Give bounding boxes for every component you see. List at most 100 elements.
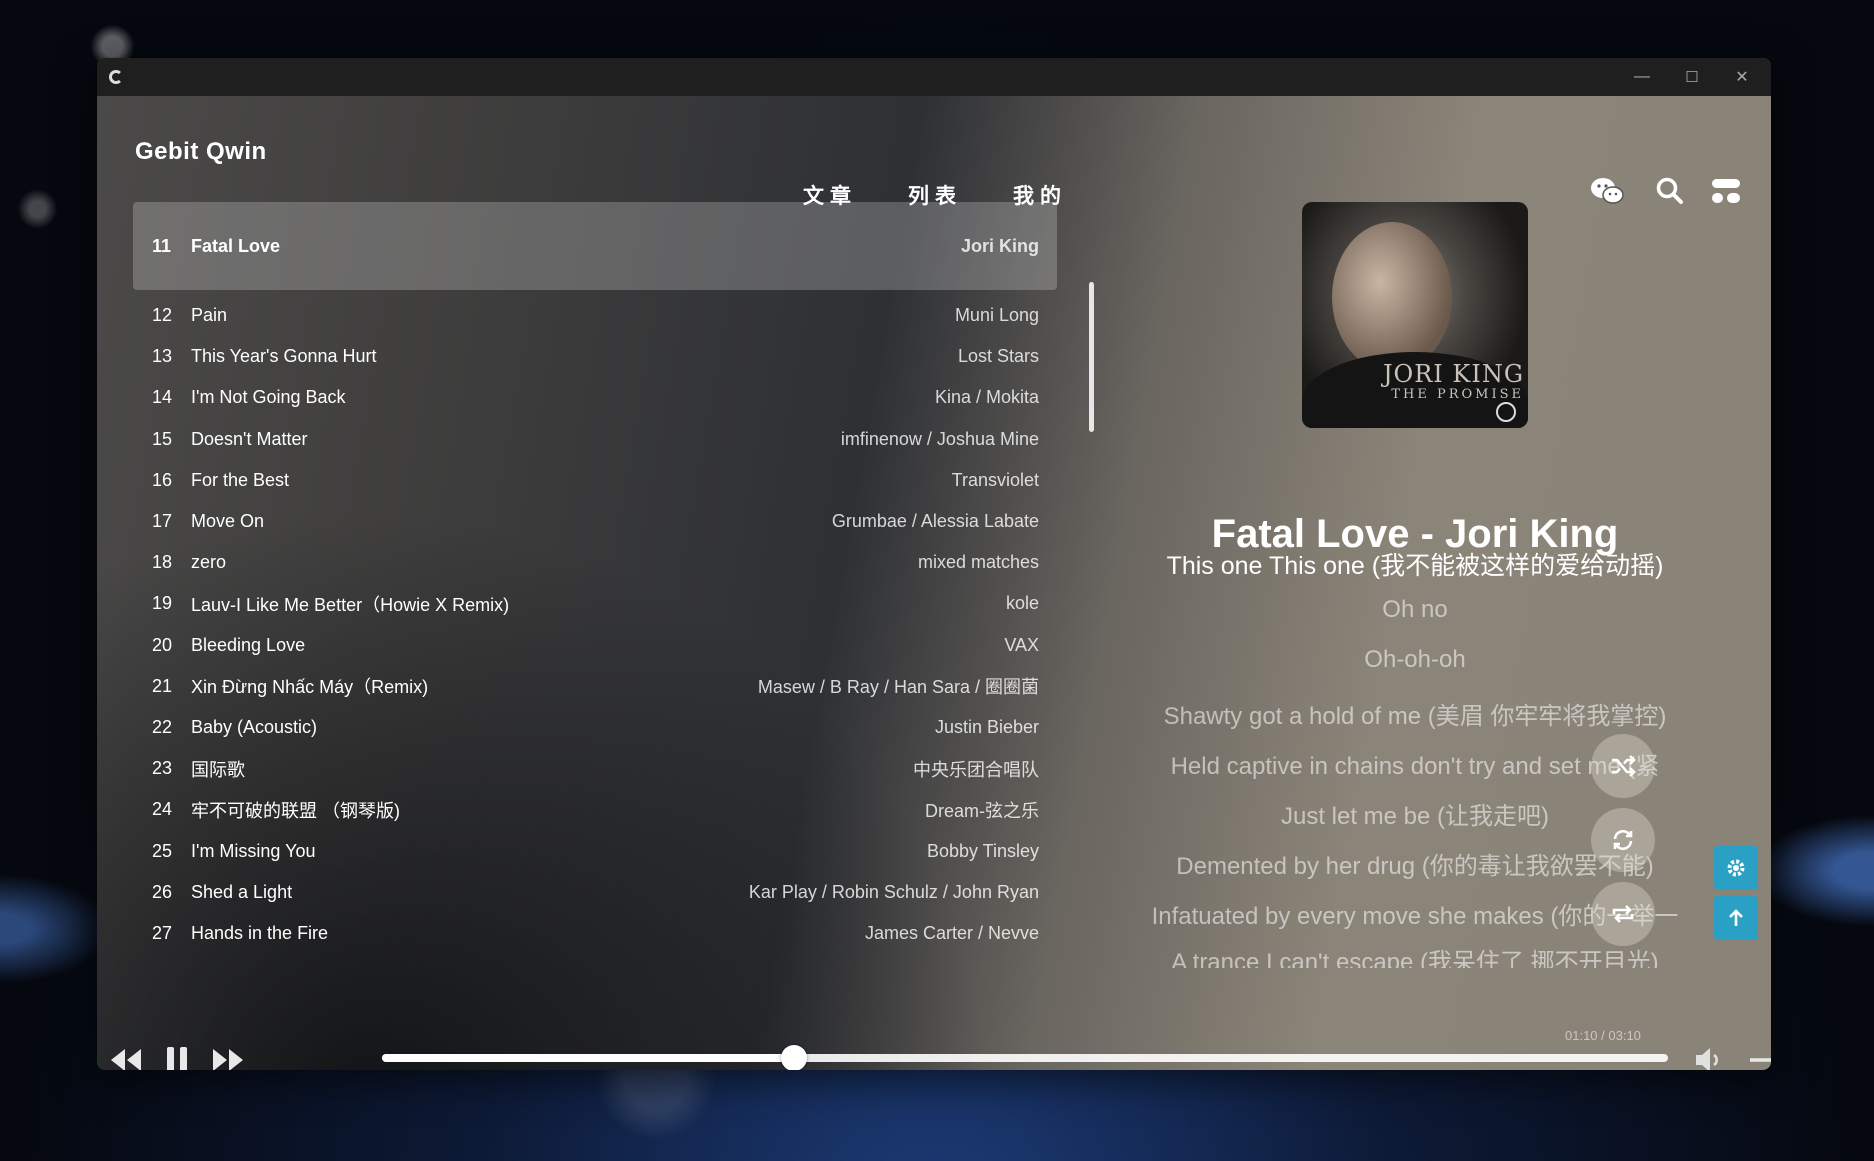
playlist-row[interactable]: 22 Baby (Acoustic) Justin Bieber [133,707,1057,748]
playlist-row-active[interactable]: 11 Fatal Love Jori King [133,202,1057,290]
search-icon[interactable] [1653,176,1687,206]
lyric-line: Oh-oh-oh [1364,646,1466,673]
play-order-icon[interactable] [1748,1042,1771,1070]
playlist-row[interactable]: 27 Hands in the Fire James Carter / Nevve [133,913,1057,954]
song-num: 24 [152,799,173,820]
song-num: 21 [152,675,173,696]
song-artist: mixed matches [917,552,1039,573]
app-window: — ☐ ✕ Gebit Qwin 文章 列表 我的 11 Fatal Love Jo… [97,58,1771,1070]
song-num: 17 [152,511,173,531]
song-num: 18 [152,552,173,573]
song-num: 19 [152,593,173,614]
playlist-scrollbar[interactable] [1089,282,1094,432]
song-num: 11 [152,235,172,256]
progress-bar[interactable] [382,1045,1668,1070]
song-num: 13 [152,346,173,367]
song-title: Xin Đừng Nhấc Máy（Remix) [191,677,429,698]
song-title: For the Best [191,469,290,490]
lyric-line-current: This one This one (我不能被这样的爱给动摇) [1166,552,1664,580]
playlist-row[interactable]: 21 Xin Đừng Nhấc Máy（Remix) Masew / B Ray … [133,666,1057,707]
close-button[interactable]: ✕ [1713,58,1771,96]
song-title: Pain [191,305,228,325]
song-artist: Bobby Tinsley [926,840,1039,861]
song-title: Baby (Acoustic) [191,717,318,737]
playlist-row[interactable]: 12 Pain Muni Long [133,295,1057,336]
playlist-row[interactable]: 15 Doesn't Matter imfinenow / Joshua Mine [133,419,1057,460]
song-title: 牢不可破的联盟 （钢琴版) [191,800,400,821]
volume-icon[interactable] [1689,1042,1729,1070]
song-title: Move On [191,511,265,531]
pause-button[interactable] [157,1042,197,1070]
progress-thumb[interactable] [780,1045,807,1070]
cover-subtitle: THE PROMISE [1391,387,1524,402]
song-num: 16 [152,469,173,490]
song-artist: Justin Bieber [934,717,1039,737]
song-artist: Jori King [960,235,1039,256]
song-title: Hands in the Fire [191,923,329,943]
playlist-row[interactable]: 16 For the Best Transviolet [133,460,1057,501]
loop-fab[interactable] [1591,808,1655,872]
back-to-top-button[interactable] [1714,896,1758,940]
playlist-row[interactable]: 17 Move On Grumbae / Alessia Labate [133,501,1057,542]
song-artist: Dream-弦之乐 [924,800,1039,821]
song-num: 12 [152,305,173,325]
song-num: 22 [152,717,173,737]
song-artist: VAX [1004,634,1039,655]
song-title: Lauv-I Like Me Better（Howie X Remix) [191,594,510,615]
title-bar: — ☐ ✕ [97,58,1771,96]
song-artist: imfinenow / Joshua Mine [840,428,1039,449]
playlist-row[interactable]: 20 Bleeding Love VAX [133,625,1057,666]
app-icon [109,70,123,84]
song-num: 20 [152,634,173,655]
playlist-row[interactable]: 26 Shed a Light Kar Play / Robin Schulz / … [133,872,1057,913]
lyric-line: A trance I can't escape (我呆住了 挪不开目光) [1171,949,1659,968]
song-title: Doesn't Matter [191,428,308,449]
song-title: zero [191,552,227,573]
playlist-row[interactable]: 14 I'm Not Going Back Kina / Mokita [133,377,1057,418]
playlist-row[interactable]: 13 This Year's Gonna Hurt Lost Stars [133,336,1057,377]
wechat-icon[interactable] [1590,176,1624,206]
lyric-line: Shawty got a hold of me (美眉 你牢牢将我掌控) [1163,703,1667,730]
playlist-row[interactable]: 18 zero mixed matches [133,542,1057,583]
song-title: Bleeding Love [191,634,306,655]
shuffle-fab[interactable] [1591,734,1655,798]
song-num: 14 [152,387,173,408]
time-display: 01:10 / 03:10 [1565,1028,1641,1043]
song-artist: Kina / Mokita [934,387,1039,408]
song-num: 23 [152,758,173,779]
repeat-fab[interactable] [1591,882,1655,946]
song-title: 国际歌 [191,759,245,780]
song-artist: Kar Play / Robin Schulz / John Ryan [748,881,1039,902]
song-artist: Muni Long [954,305,1039,325]
playlist-row[interactable]: 23 国际歌 中央乐团合唱队 [133,748,1057,789]
lyric-line: Oh no [1382,596,1448,623]
cover-portrait [1332,222,1452,372]
playlist-row[interactable]: 28Summer VibeWalk off the Earth [133,954,1057,964]
song-num: 25 [152,840,173,861]
song-title: Shed a Light [191,881,293,902]
song-artist: Grumbae / Alessia Labate [831,511,1039,531]
playlist-row[interactable]: 24 牢不可破的联盟 （钢琴版) Dream-弦之乐 [133,789,1057,830]
playlist-row[interactable]: 25 I'm Missing You Bobby Tinsley [133,831,1057,872]
menu-grid-icon[interactable] [1709,176,1743,206]
song-artist: Masew / B Ray / Han Sara / 圈圈菌 [757,677,1039,698]
cover-brand: JORI KING [1382,360,1524,388]
previous-button[interactable] [106,1042,146,1070]
settings-button[interactable] [1714,846,1758,890]
song-title: Fatal Love [191,235,281,256]
cover-pause-icon[interactable] [1496,402,1516,422]
song-title: This Year's Gonna Hurt [191,346,377,367]
song-num: 15 [152,428,173,449]
album-cover[interactable]: JORI KING THE PROMISE [1302,202,1528,428]
song-num: 27 [152,923,173,943]
app-logo[interactable]: Gebit Qwin [135,138,267,166]
song-title: I'm Not Going Back [191,387,346,408]
progress-fill [382,1054,794,1062]
song-artist: Lost Stars [957,346,1039,367]
song-num: 26 [152,881,173,902]
song-artist: James Carter / Nevve [864,923,1039,943]
next-button[interactable] [208,1042,248,1070]
playlist-row[interactable]: 19 Lauv-I Like Me Better（Howie X Remix) ko… [133,583,1057,624]
song-artist: Transviolet [951,469,1039,490]
song-artist: 中央乐团合唱队 [913,759,1039,780]
